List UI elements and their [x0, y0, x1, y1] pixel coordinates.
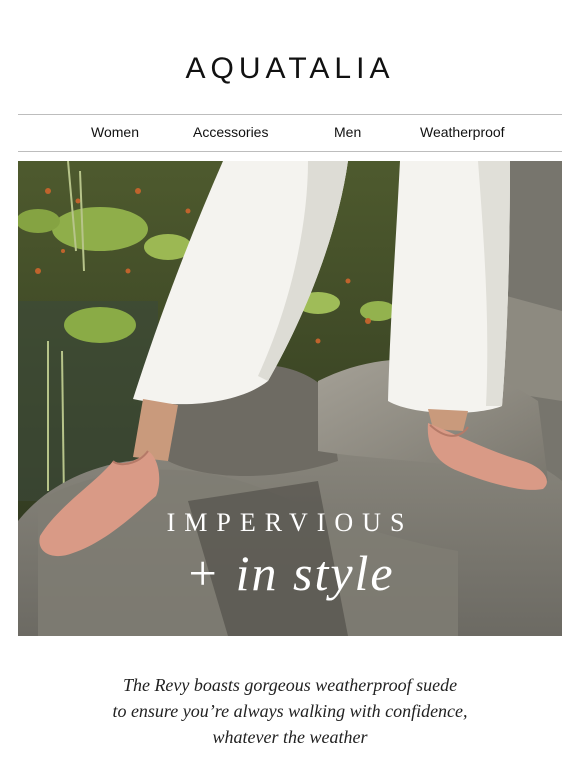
body-line: The Revy boasts gorgeous weatherproof su…	[122, 675, 458, 695]
hero-headline-line2: + in style	[185, 545, 395, 601]
body-line: to ensure you’re always walking with con…	[112, 701, 468, 721]
nav-item-men[interactable]: Men	[334, 124, 361, 140]
nav-item-accessories[interactable]: Accessories	[193, 124, 268, 140]
nav-item-weatherproof[interactable]: Weatherproof	[420, 124, 505, 140]
nav-item-women[interactable]: Women	[91, 124, 139, 140]
body-copy: The Revy boasts gorgeous weatherproof su…	[0, 672, 580, 750]
body-line: whatever the weather	[212, 727, 368, 747]
main-nav: Women Accessories Men Weatherproof	[18, 114, 562, 152]
brand-logo[interactable]: AQUATALIA	[0, 52, 580, 86]
hero-headline-line1: IMPERVIOUS	[166, 508, 414, 537]
